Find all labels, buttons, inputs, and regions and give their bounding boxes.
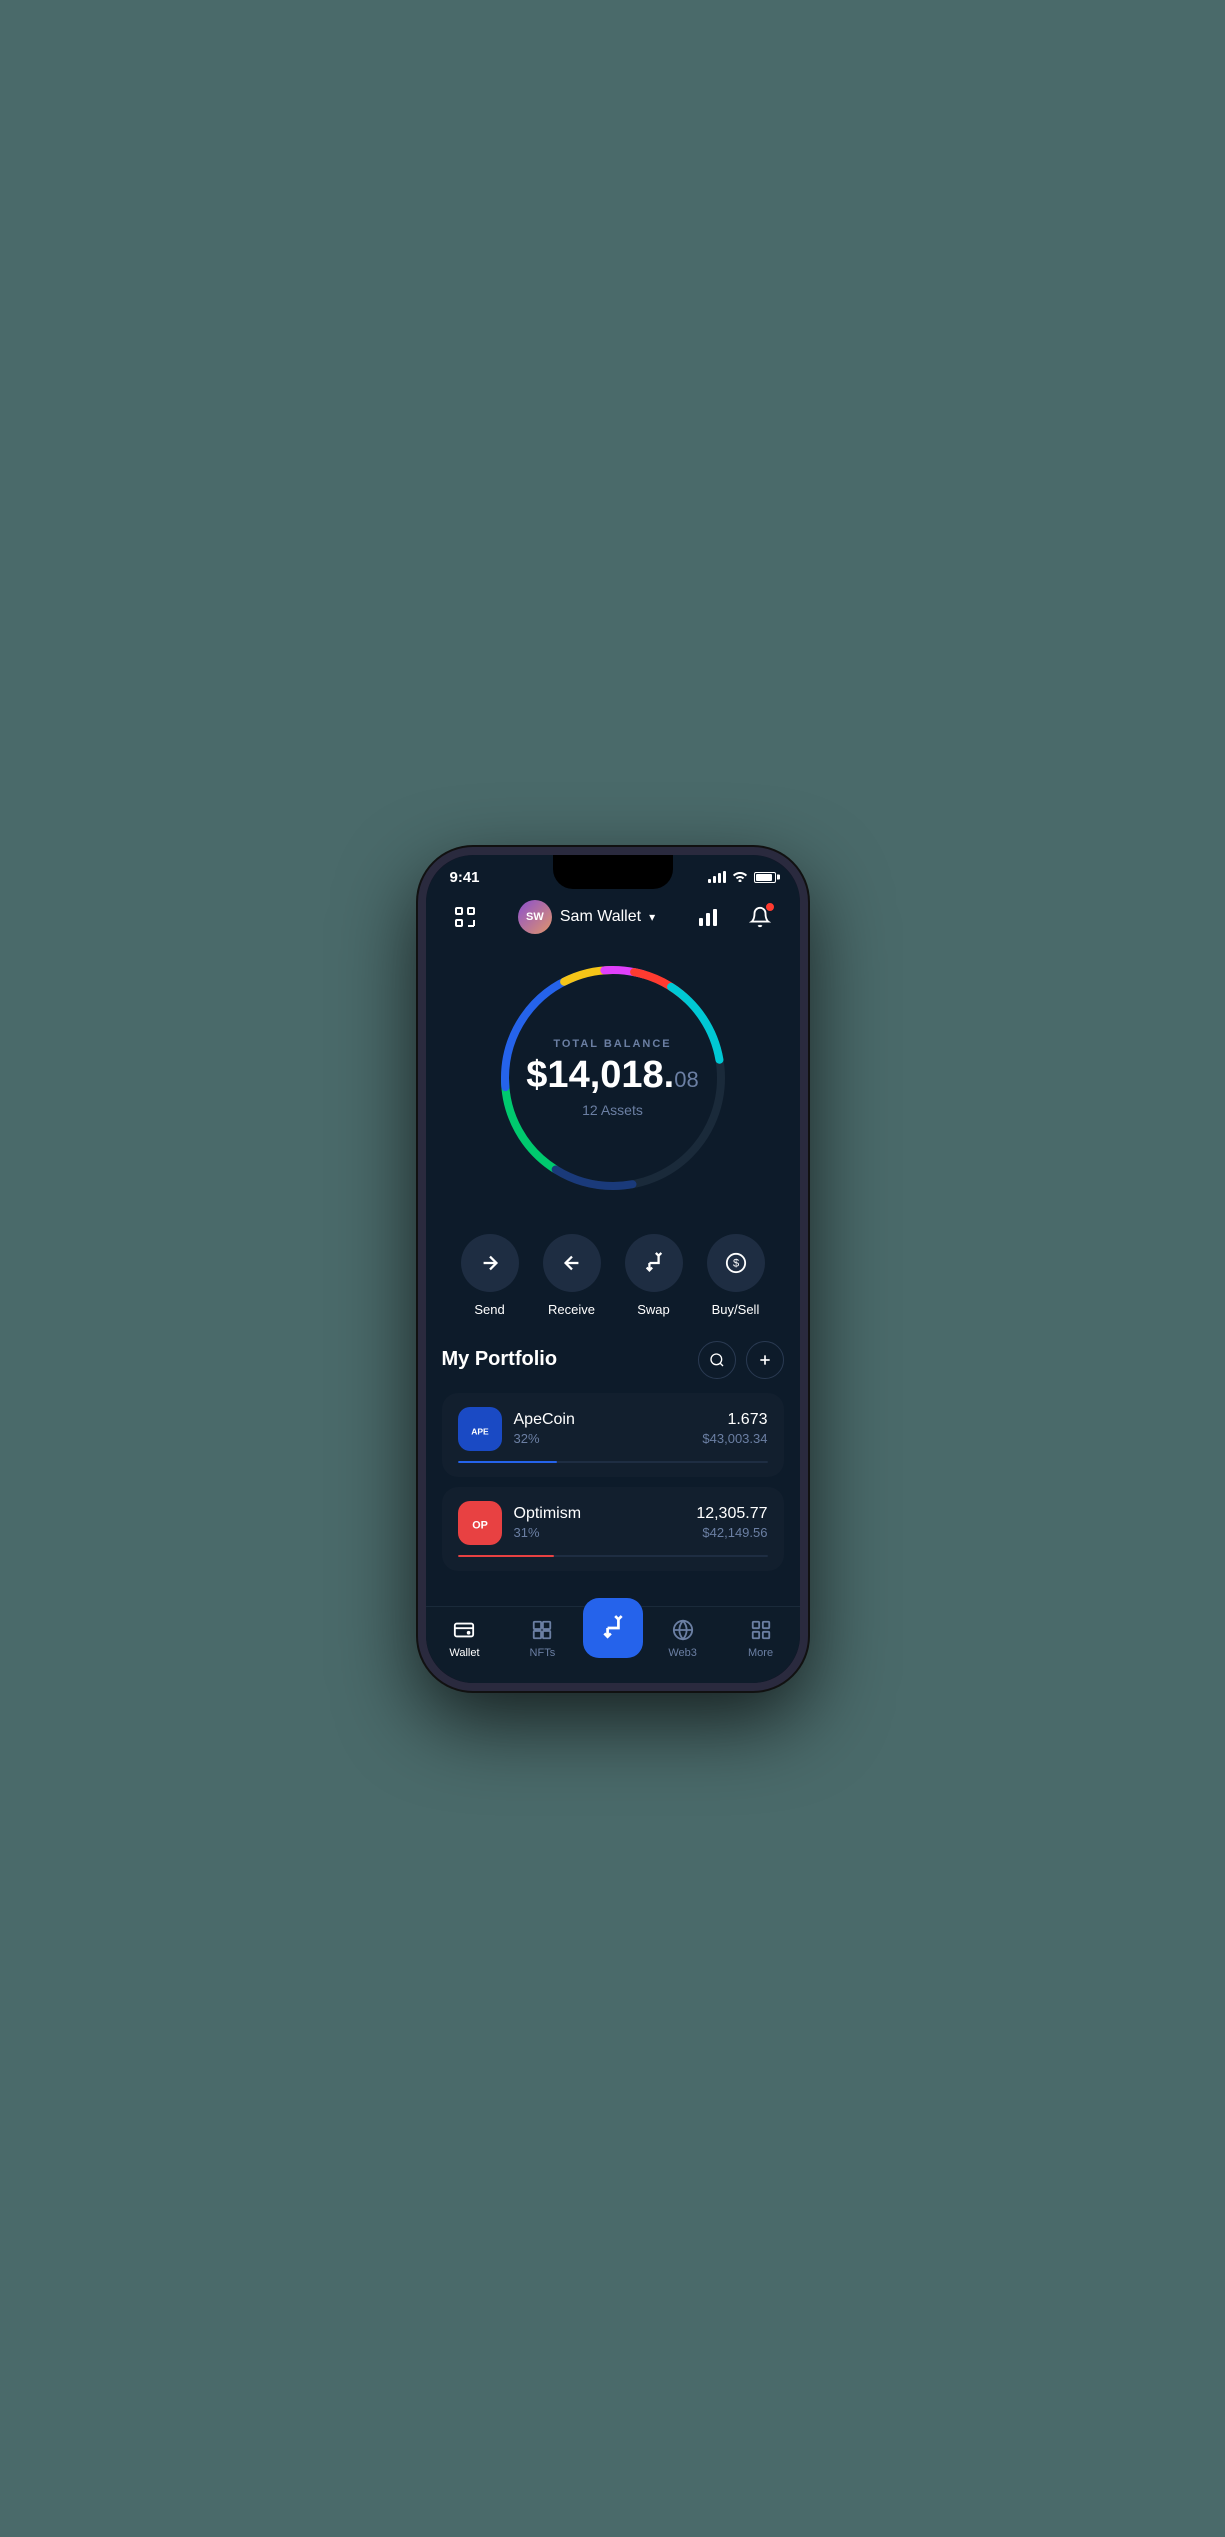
wallet-icon — [451, 1617, 477, 1643]
optimism-usd: $42,149.56 — [696, 1525, 767, 1540]
receive-button[interactable]: Receive — [543, 1234, 601, 1317]
receive-label: Receive — [548, 1302, 595, 1317]
swap-label: Swap — [637, 1302, 670, 1317]
portfolio-section: My Portfolio — [426, 1341, 800, 1571]
balance-info: TOTAL BALANCE $14,018.08 12 Assets — [526, 1038, 698, 1118]
nav-center — [581, 1618, 643, 1658]
header-actions — [689, 898, 779, 936]
optimism-logo: OP — [458, 1501, 502, 1545]
status-time: 9:41 — [450, 869, 480, 886]
apecoin-percent: 32% — [514, 1431, 691, 1446]
nfts-icon — [529, 1617, 555, 1643]
apecoin-amount: 1.673 — [702, 1411, 767, 1429]
status-icons — [708, 869, 776, 885]
balance-section: TOTAL BALANCE $14,018.08 12 Assets — [426, 948, 800, 1218]
more-nav-label: More — [748, 1647, 773, 1659]
optimism-progress-bar — [458, 1555, 768, 1557]
nfts-nav-label: NFTs — [530, 1647, 556, 1659]
chevron-down-icon: ▾ — [649, 910, 655, 924]
buysell-label: Buy/Sell — [712, 1302, 760, 1317]
nav-wallet[interactable]: Wallet — [426, 1617, 504, 1659]
wallet-selector[interactable]: SW Sam Wallet ▾ — [518, 900, 655, 934]
wallet-nav-label: Wallet — [449, 1647, 479, 1659]
web3-icon — [670, 1617, 696, 1643]
optimism-amount: 12,305.77 — [696, 1505, 767, 1523]
portfolio-header: My Portfolio — [442, 1341, 784, 1379]
signal-icon — [708, 871, 726, 883]
balance-cents: 08 — [674, 1067, 698, 1092]
nav-nfts[interactable]: NFTs — [503, 1617, 581, 1659]
wifi-icon — [732, 869, 748, 885]
bell-icon[interactable] — [741, 898, 779, 936]
apecoin-usd: $43,003.34 — [702, 1431, 767, 1446]
nav-web3[interactable]: Web3 — [644, 1617, 722, 1659]
send-label: Send — [474, 1302, 504, 1317]
web3-nav-label: Web3 — [668, 1647, 697, 1659]
buysell-button[interactable]: $ Buy/Sell — [707, 1234, 765, 1317]
balance-ring: TOTAL BALANCE $14,018.08 12 Assets — [493, 958, 733, 1198]
balance-whole: $14,018. — [526, 1054, 674, 1096]
scan-icon[interactable] — [446, 898, 484, 936]
center-action-button[interactable] — [583, 1598, 643, 1658]
swap-button[interactable]: Swap — [625, 1234, 683, 1317]
app-header: SW Sam Wallet ▾ — [426, 890, 800, 948]
optimism-name: Optimism — [514, 1505, 685, 1523]
action-buttons: Send Receive — [426, 1218, 800, 1341]
portfolio-title: My Portfolio — [442, 1348, 558, 1371]
battery-icon — [754, 872, 776, 883]
phone-frame: 9:41 — [418, 847, 808, 1691]
asset-item-optimism[interactable]: OP Optimism 31% 12,305.77 $42,149.56 — [442, 1487, 784, 1571]
portfolio-actions — [698, 1341, 784, 1379]
apecoin-progress-bar — [458, 1461, 768, 1463]
wallet-name: Sam Wallet — [560, 908, 641, 926]
apecoin-name: ApeCoin — [514, 1411, 691, 1429]
chart-icon[interactable] — [689, 898, 727, 936]
balance-amount: $14,018.08 — [526, 1056, 698, 1094]
balance-label: TOTAL BALANCE — [526, 1038, 698, 1050]
optimism-percent: 31% — [514, 1525, 685, 1540]
avatar: SW — [518, 900, 552, 934]
bottom-nav: Wallet NFTs — [426, 1606, 800, 1683]
more-icon — [748, 1617, 774, 1643]
portfolio-search-button[interactable] — [698, 1341, 736, 1379]
svg-text:APE: APE — [471, 1426, 489, 1436]
asset-item-apecoin[interactable]: APE ApeCoin 32% 1.673 $43,003.34 — [442, 1393, 784, 1477]
balance-assets: 12 Assets — [526, 1102, 698, 1118]
notch — [553, 855, 673, 889]
svg-text:$: $ — [732, 1257, 738, 1269]
svg-text:OP: OP — [472, 1519, 488, 1531]
apecoin-logo: APE — [458, 1407, 502, 1451]
phone-screen: 9:41 — [426, 855, 800, 1683]
notification-badge — [765, 902, 775, 912]
send-button[interactable]: Send — [461, 1234, 519, 1317]
nav-more[interactable]: More — [722, 1617, 800, 1659]
portfolio-add-button[interactable] — [746, 1341, 784, 1379]
